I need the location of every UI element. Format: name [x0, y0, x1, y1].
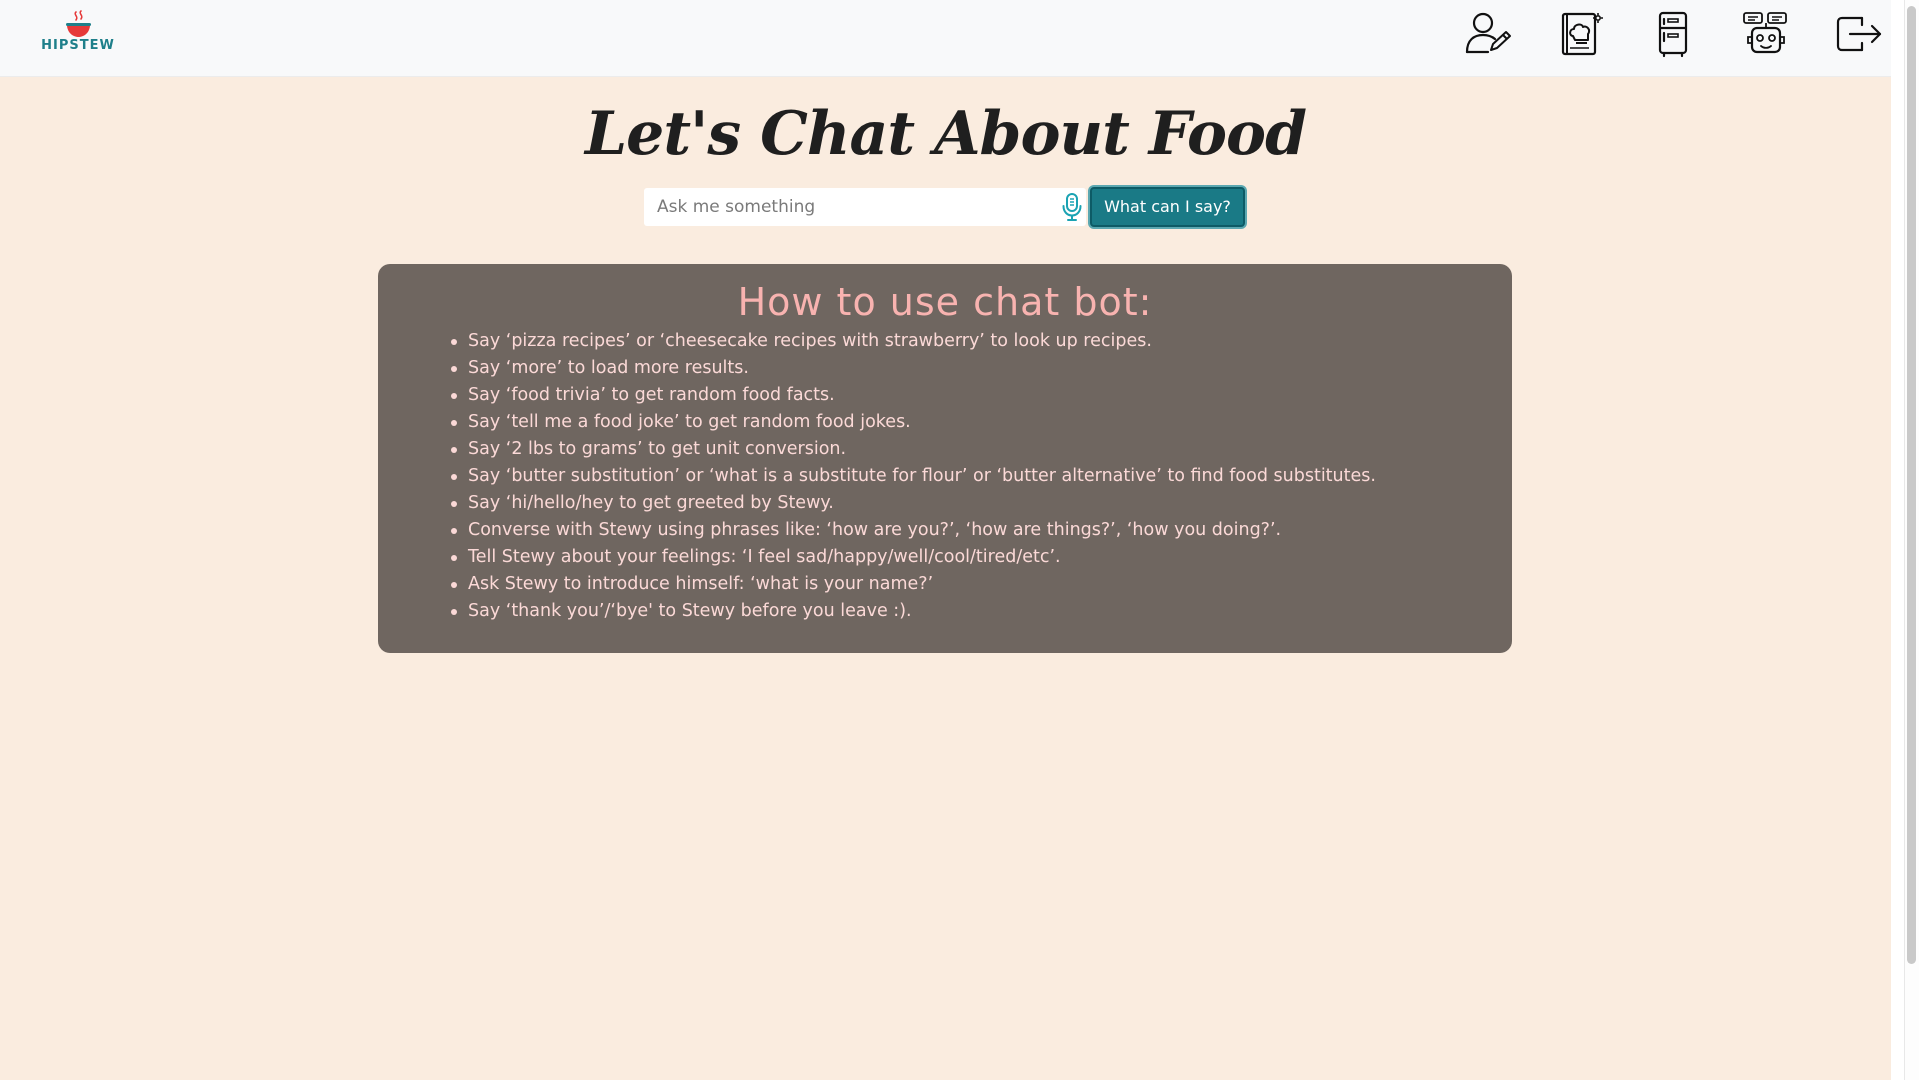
list-item-text: Say ‘hi/hello/hey to get greeted by Stew… — [468, 493, 834, 513]
help-panel-title: How to use chat bot: — [737, 280, 1153, 324]
what-can-i-say-button[interactable]: What can I say? — [1090, 187, 1245, 227]
bullet — [451, 366, 457, 372]
list-item-text: Say ‘pizza recipes’ or ‘cheesecake recip… — [468, 331, 1152, 351]
profile-edit-icon[interactable] — [1462, 10, 1512, 58]
list-item-text: Say ‘butter substitution’ or ‘what is a … — [468, 466, 1376, 486]
list-item: Converse with Stewy using phrases like: … — [451, 517, 1376, 544]
bullet — [451, 582, 457, 588]
microphone-icon[interactable] — [1060, 192, 1084, 222]
list-item: Say ‘thank you’/‘bye' to Stewy before yo… — [451, 598, 1376, 625]
logout-icon[interactable] — [1834, 10, 1884, 58]
list-item: Say ‘food trivia’ to get random food fac… — [451, 382, 1376, 409]
hipstew-logo[interactable]: HIPSTEW — [38, 8, 118, 58]
list-item: Say ‘more’ to load more results. — [451, 355, 1376, 382]
chat-input[interactable] — [644, 188, 1044, 226]
page-scrollbar[interactable] — [1891, 0, 1920, 1080]
bullet — [451, 609, 457, 615]
list-item-text: Say ‘thank you’/‘bye' to Stewy before yo… — [468, 601, 912, 621]
chat-help-panel: How to use chat bot: Say ‘pizza recipes’… — [378, 264, 1512, 653]
page-viewport: HIPSTEW Let's Chat About Food Ask me som… — [0, 0, 1891, 1080]
list-item: Tell Stewy about your feelings: ‘I feel … — [451, 544, 1376, 571]
list-item: Ask Stewy to introduce himself: ‘what is… — [451, 571, 1376, 598]
bullet — [451, 555, 457, 561]
page-title: Let's Chat About Food — [584, 99, 1307, 169]
bullet — [451, 447, 457, 453]
bullet — [451, 393, 457, 399]
list-item: Say ‘hi/hello/hey to get greeted by Stew… — [451, 490, 1376, 517]
list-item-text: Tell Stewy about your feelings: ‘I feel … — [468, 547, 1061, 567]
top-navbar: HIPSTEW — [0, 0, 1891, 77]
list-item: Say ‘2 lbs to grams’ to get unit convers… — [451, 436, 1376, 463]
list-item: Say ‘pizza recipes’ or ‘cheesecake recip… — [451, 328, 1376, 355]
bullet — [451, 474, 457, 480]
bullet — [451, 501, 457, 507]
help-instructions-list: Say ‘pizza recipes’ or ‘cheesecake recip… — [451, 328, 1376, 625]
scrollbar-thumb[interactable] — [1907, 6, 1916, 964]
logo-text: HIPSTEW — [41, 38, 115, 53]
list-item-text: Say ‘food trivia’ to get random food fac… — [468, 385, 835, 405]
bullet — [451, 528, 457, 534]
search-box — [644, 188, 1086, 226]
list-item-text: Ask Stewy to introduce himself: ‘what is… — [468, 574, 934, 594]
bullet — [451, 420, 457, 426]
list-item-text: Converse with Stewy using phrases like: … — [468, 520, 1282, 540]
list-item-text: Say ‘tell me a food joke’ to get random … — [468, 412, 911, 432]
list-item-text: Say ‘2 lbs to grams’ to get unit convers… — [468, 439, 847, 459]
steaming-bowl-icon — [66, 10, 91, 37]
list-item: Say ‘tell me a food joke’ to get random … — [451, 409, 1376, 436]
list-item-text: Say ‘more’ to load more results. — [468, 358, 749, 378]
chatbot-icon[interactable] — [1741, 10, 1791, 58]
bullet — [451, 339, 457, 345]
recipe-book-icon[interactable] — [1555, 10, 1605, 58]
fridge-icon[interactable] — [1648, 10, 1698, 58]
list-item: Say ‘butter substitution’ or ‘what is a … — [451, 463, 1376, 490]
